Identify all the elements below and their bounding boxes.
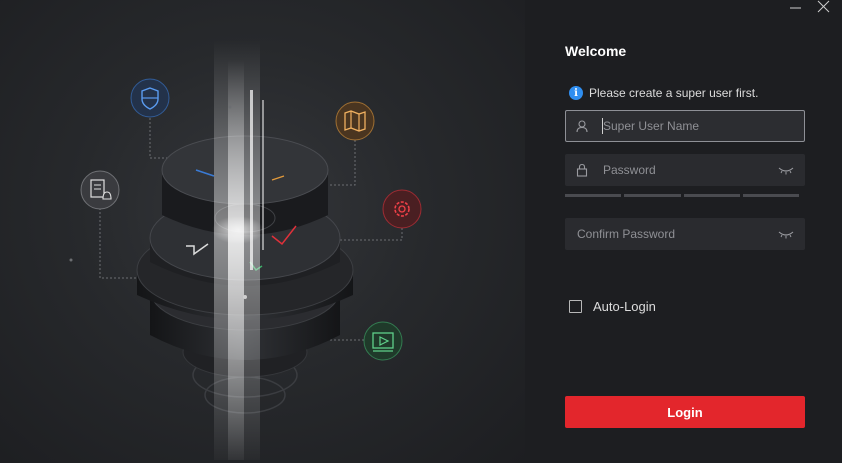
eye-hidden-icon[interactable]: [778, 164, 794, 176]
auto-login-option[interactable]: Auto-Login: [569, 299, 656, 314]
lock-icon: [576, 163, 588, 177]
confirm-password-input[interactable]: [577, 219, 773, 249]
page-title: Welcome: [565, 43, 627, 59]
strength-segment: [683, 194, 740, 197]
auto-login-label: Auto-Login: [593, 299, 656, 314]
confirm-password-field[interactable]: [565, 218, 805, 250]
info-icon: i: [569, 86, 583, 100]
shield-icon: [130, 78, 170, 118]
video-icon: [363, 321, 403, 361]
password-field[interactable]: [565, 154, 805, 186]
hint-message: i Please create a super user first.: [569, 86, 758, 100]
username-input[interactable]: [603, 111, 793, 141]
close-icon: [817, 0, 830, 13]
password-input[interactable]: [603, 155, 773, 185]
login-button[interactable]: Login: [565, 396, 805, 428]
map-icon: [335, 101, 375, 141]
device-illustration: [69, 40, 422, 460]
password-strength-meter: [565, 194, 799, 197]
hint-text: Please create a super user first.: [589, 86, 759, 100]
strength-segment: [742, 194, 799, 197]
illustration-panel: [0, 0, 525, 463]
notification-doc-icon: [80, 170, 120, 210]
eye-hidden-icon[interactable]: [778, 228, 794, 240]
minimize-icon: [790, 7, 801, 9]
close-button[interactable]: [814, 0, 834, 14]
settings-icon: [382, 189, 422, 229]
strength-segment: [565, 194, 622, 197]
username-field[interactable]: [565, 110, 805, 142]
strength-segment: [624, 194, 681, 197]
auto-login-checkbox[interactable]: [569, 300, 582, 313]
user-icon: [576, 120, 588, 133]
minimize-button[interactable]: [786, 0, 806, 14]
